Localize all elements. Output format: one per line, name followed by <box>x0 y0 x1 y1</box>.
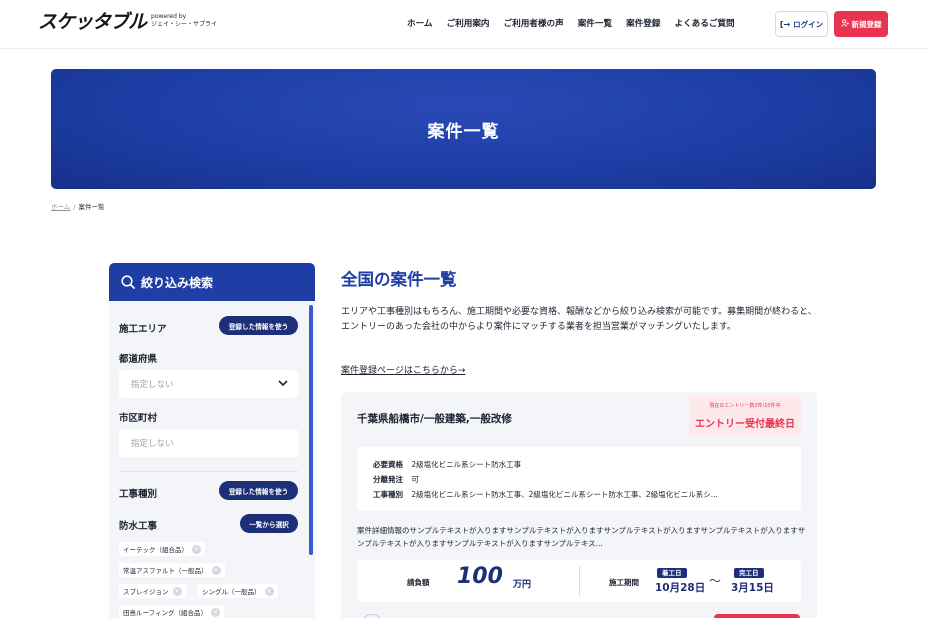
requirement-key: 分離発注 <box>373 475 403 484</box>
login-label: ログイン <box>793 19 824 29</box>
user-plus-icon <box>840 19 849 29</box>
project-register-link[interactable]: 案件登録ページはこちらから→ <box>341 363 465 376</box>
filter-header: 絞り込み検索 <box>109 263 315 301</box>
period-tilde: 〜 <box>709 574 722 588</box>
requirement-row: 分離発注 可 <box>373 474 419 485</box>
site-logo[interactable]: スケッタブル powered by ジェイ・シー・サプライ <box>38 10 217 34</box>
project-card[interactable]: 千葉県船橋市/一般建築,一般改修 現在のエントリー数2件/10件中 エントリー受… <box>341 392 817 618</box>
waterproof-label: 防水工事 <box>119 521 158 532</box>
end-date: 3月15日 <box>731 582 774 594</box>
entry-button[interactable] <box>714 614 800 618</box>
nav-projects[interactable]: 案件一覧 <box>578 18 612 30</box>
nav-testimonials[interactable]: ご利用者様の声 <box>504 18 564 30</box>
filter-sidebar: 絞り込み検索 施工エリア 登録した情報を使う 都道府県 指定しない 市区町村 指… <box>109 263 315 618</box>
area-use-saved-button[interactable]: 登録した情報を使う <box>219 316 298 335</box>
work-use-saved-button[interactable]: 登録した情報を使う <box>219 481 298 500</box>
search-icon <box>121 275 135 289</box>
filter-tag: 常温アスファルト（一般品） ✕ <box>119 563 225 577</box>
price-amount: 100 <box>457 564 503 589</box>
register-button[interactable]: 新規登録 <box>834 11 888 37</box>
requirement-row: 必要資格 2級塩化ビニル系シート防水工事 <box>373 459 521 470</box>
nav-faq[interactable]: よくあるご質問 <box>674 18 734 30</box>
prefecture-placeholder: 指定しない <box>131 380 174 390</box>
nav-project-register[interactable]: 案件登録 <box>626 18 660 30</box>
login-icon: [→ <box>779 19 791 29</box>
start-date: 10月28日 <box>655 582 706 594</box>
tag-label: 常温アスファルト（一般品） <box>123 567 208 575</box>
period-label: 施工期間 <box>609 578 639 587</box>
register-label: 新規登録 <box>851 19 882 29</box>
remove-tag-icon[interactable]: ✕ <box>172 586 182 596</box>
filter-tag: イーテック（組合品） ✕ <box>119 542 205 556</box>
page-description: エリアや工事種別はもちろん、施工期間や必要な資格、報酬などから絞り込み検索が可能… <box>341 307 817 332</box>
remove-tag-icon[interactable]: ✕ <box>192 544 201 554</box>
remove-tag-icon[interactable]: ✕ <box>264 586 274 596</box>
requirement-value: 可 <box>411 475 419 484</box>
requirement-key: 工事種別 <box>373 490 403 499</box>
site-header: スケッタブル powered by ジェイ・シー・サプライ ホーム ご利用案内 … <box>0 0 928 49</box>
requirement-key: 必要資格 <box>373 460 403 469</box>
filter-tag: 田島ルーフィング（組合品） ✕ <box>119 605 224 618</box>
project-detail-text: 案件詳細情報のサンプルテキストが入りますサンプルテキストが入りますサンプルテキス… <box>357 526 806 548</box>
hero-banner: 案件一覧 <box>51 69 876 189</box>
city-placeholder: 指定しない <box>131 439 174 449</box>
entry-status: エントリー受付最終日 <box>695 419 795 430</box>
price-unit: 万円 <box>513 580 532 590</box>
avatar <box>361 614 383 618</box>
page-title: 全国の案件一覧 <box>341 270 457 289</box>
nav-guide[interactable]: ご利用案内 <box>447 18 490 30</box>
breadcrumb: ホーム / 案件一覧 <box>51 201 105 211</box>
city-label: 市区町村 <box>119 413 158 424</box>
remove-tag-icon[interactable]: ✕ <box>210 607 220 617</box>
select-from-list-button[interactable]: 一覧から選択 <box>240 514 298 533</box>
sidebar-divider <box>119 471 298 472</box>
price-period-box: 請負額 100 万円 施工期間 着工日 10月28日 〜 完工日 3月15日 <box>357 560 801 602</box>
main-nav: ホーム ご利用案内 ご利用者様の声 案件一覧 案件登録 よくあるご質問 <box>407 18 749 30</box>
chevron-down-icon <box>278 380 288 387</box>
price-label: 請負額 <box>407 578 430 587</box>
filter-tag: スプレイジョン ✕ <box>119 584 186 598</box>
start-date-label: 着工日 <box>657 568 687 578</box>
filter-tag: シングル（一般品） ✕ <box>198 584 278 598</box>
prefecture-label: 都道府県 <box>119 354 158 365</box>
requirement-value: 2級塩化ビニル系シート防水工事、2級塩化ビニル系シート防水工事、2級塩化ビニル系… <box>411 490 718 499</box>
breadcrumb-home[interactable]: ホーム <box>51 203 70 211</box>
nav-home[interactable]: ホーム <box>407 18 433 30</box>
filter-title: 絞り込み検索 <box>141 275 214 290</box>
sidebar-scrollbar[interactable] <box>309 305 313 555</box>
requirement-row: 工事種別 2級塩化ビニル系シート防水工事、2級塩化ビニル系シート防水工事、2級塩… <box>373 489 718 500</box>
logo-wordmark: スケッタブル <box>38 11 147 33</box>
requirement-value: 2級塩化ビニル系シート防水工事 <box>411 460 522 469</box>
work-type-label: 工事種別 <box>119 489 158 500</box>
end-date-label: 完工日 <box>734 568 764 578</box>
tag-label: シングル（一般品） <box>202 588 261 596</box>
prefecture-select[interactable]: 指定しない <box>119 370 298 398</box>
requirements-box: 必要資格 2級塩化ビニル系シート防水工事 分離発注 可 工事種別 2級塩化ビニル… <box>357 447 801 511</box>
city-input[interactable]: 指定しない <box>119 429 298 457</box>
price-divider <box>579 566 580 596</box>
entry-count: 現在のエントリー数2件/10件中 <box>709 403 781 409</box>
logo-company: ジェイ・シー・サプライ <box>151 21 218 28</box>
tag-label: イーテック（組合品） <box>123 546 188 554</box>
project-title[interactable]: 千葉県船橋市/一般建築,一般改修 <box>357 411 512 426</box>
logo-powered-by: powered by <box>151 13 187 20</box>
entry-status-badge: 現在のエントリー数2件/10件中 エントリー受付最終日 <box>689 396 801 436</box>
login-button[interactable]: [→ ログイン <box>775 11 828 37</box>
logo-subtext: powered by ジェイ・シー・サプライ <box>151 13 217 29</box>
breadcrumb-separator: / <box>73 203 76 211</box>
breadcrumb-current: 案件一覧 <box>78 203 105 211</box>
tag-label: 田島ルーフィング（組合品） <box>123 609 207 617</box>
area-label: 施工エリア <box>119 324 167 335</box>
remove-tag-icon[interactable]: ✕ <box>211 565 221 575</box>
tag-label: スプレイジョン <box>123 588 169 596</box>
hero-title: 案件一覧 <box>427 121 500 142</box>
